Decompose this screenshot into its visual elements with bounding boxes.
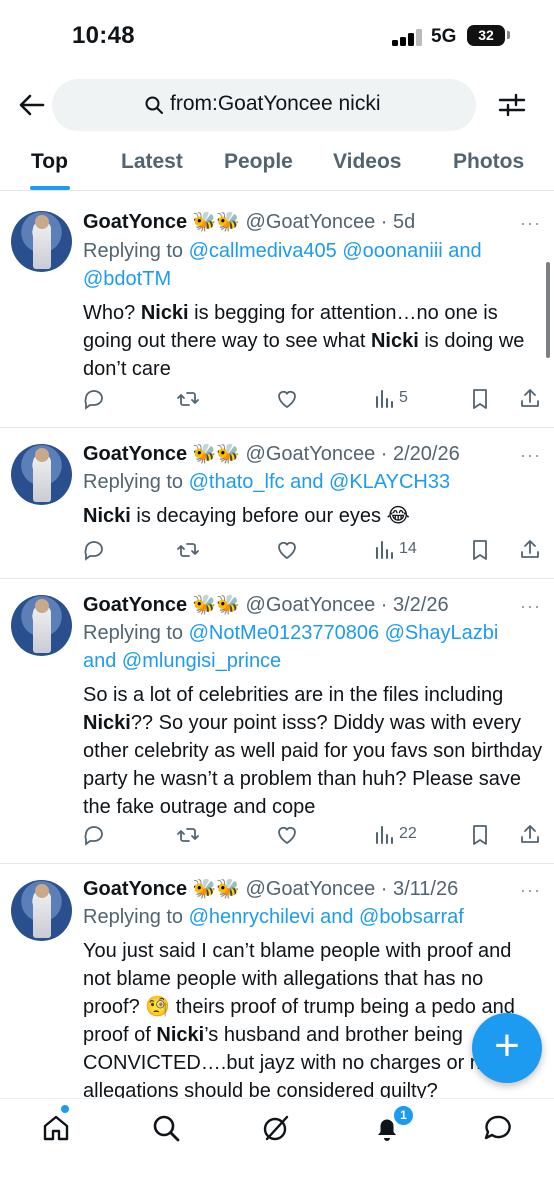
mention-link[interactable]: @callmediva405 @ooonaniii and: [189, 240, 482, 262]
tab-photos[interactable]: Photos: [453, 150, 524, 174]
avatar[interactable]: [11, 880, 72, 941]
more-options-icon[interactable]: ···: [520, 213, 541, 234]
handle-date: @GoatYoncee · 3/2/26: [245, 594, 449, 616]
home-new-dot: [61, 1105, 69, 1113]
tab-videos[interactable]: Videos: [333, 150, 401, 174]
avatar[interactable]: [11, 444, 72, 505]
tweet-actions: 22: [0, 823, 554, 851]
bottom-nav: 1: [0, 1098, 554, 1201]
reply-icon[interactable]: [82, 823, 106, 847]
search-query: from:GoatYoncee nicki: [170, 92, 381, 115]
display-name[interactable]: GoatYonce: [83, 211, 187, 233]
tweet-header: GoatYonce 🐝🐝 @GoatYoncee · 3/2/26: [83, 593, 449, 617]
home-icon[interactable]: [41, 1113, 71, 1143]
share-icon[interactable]: [518, 538, 542, 562]
tweet[interactable]: GoatYonce 🐝🐝 @GoatYoncee · 2/20/26 ··· R…: [0, 428, 554, 579]
replying-to-label: Replying to: [83, 471, 184, 493]
retweet-icon[interactable]: [176, 538, 200, 562]
grok-icon[interactable]: [261, 1113, 291, 1143]
share-icon[interactable]: [518, 823, 542, 847]
tweet[interactable]: GoatYonce 🐝🐝 @GoatYoncee · 3/2/26 ··· Re…: [0, 579, 554, 864]
mention-link[interactable]: and @mlungisi_prince: [83, 650, 281, 672]
views-count: 22: [399, 825, 417, 842]
tweet[interactable]: GoatYonce 🐝🐝 @GoatYoncee · 5d ··· Replyi…: [0, 191, 554, 428]
views-icon[interactable]: [372, 823, 396, 847]
tab-top[interactable]: Top: [31, 150, 68, 174]
views-count: 14: [399, 540, 417, 557]
tweet-text: Nicki is decaying before our eyes 😂: [83, 505, 410, 527]
compose-button[interactable]: +: [472, 1013, 542, 1083]
search-input[interactable]: from:GoatYoncee nicki: [52, 79, 476, 131]
replying-to: Replying to @NotMe0123770806 @ShayLazbi …: [83, 619, 543, 675]
like-icon[interactable]: [275, 387, 299, 411]
display-name[interactable]: GoatYonce: [83, 443, 187, 465]
like-icon[interactable]: [275, 538, 299, 562]
tweet-actions: 5: [0, 387, 554, 415]
more-options-icon[interactable]: ···: [520, 596, 541, 617]
scrollbar[interactable]: [546, 262, 550, 358]
tweet-text: Who? Nicki is begging for attention…no o…: [83, 302, 525, 380]
status-bar: 10:48 5G 32: [0, 0, 554, 72]
tweet-header: GoatYonce 🐝🐝 @GoatYoncee · 5d: [83, 210, 415, 234]
bookmark-icon[interactable]: [468, 823, 492, 847]
replying-to-label: Replying to: [83, 240, 184, 262]
mention-link[interactable]: @henrychilevi and @bobsarraf: [189, 906, 464, 928]
tweet[interactable]: GoatYonce 🐝🐝 @GoatYoncee · 3/11/26 ··· R…: [0, 864, 554, 1102]
battery-tip: [507, 31, 510, 39]
tab-latest[interactable]: Latest: [121, 150, 183, 174]
retweet-icon[interactable]: [176, 387, 200, 411]
tweet-header: GoatYonce 🐝🐝 @GoatYoncee · 3/11/26: [83, 877, 458, 901]
battery-icon: 32: [467, 25, 505, 46]
replying-to-label: Replying to: [83, 622, 184, 644]
avatar[interactable]: [11, 211, 72, 272]
handle-date: @GoatYoncee · 5d: [245, 211, 416, 233]
handle-date: @GoatYoncee · 2/20/26: [245, 443, 460, 465]
search-icon[interactable]: [151, 1113, 181, 1143]
display-name[interactable]: GoatYonce: [83, 594, 187, 616]
mention-link[interactable]: @thato_lfc and @KLAYCH33: [189, 471, 450, 493]
bee-emojis: 🐝🐝: [192, 212, 240, 233]
tweet-header: GoatYonce 🐝🐝 @GoatYoncee · 2/20/26: [83, 442, 460, 466]
replying-to: Replying to @callmediva405 @ooonaniii an…: [83, 237, 543, 293]
notifications-badge: 1: [393, 1105, 414, 1126]
bookmark-icon[interactable]: [468, 387, 492, 411]
bee-emojis: 🐝🐝: [192, 444, 240, 465]
plus-icon: +: [494, 1021, 520, 1070]
like-icon[interactable]: [275, 823, 299, 847]
messages-icon[interactable]: [483, 1113, 513, 1143]
views-icon[interactable]: [372, 387, 396, 411]
back-arrow-icon[interactable]: [16, 89, 48, 121]
display-name[interactable]: GoatYonce: [83, 878, 187, 900]
tweet-text: So is a lot of celebrities are in the fi…: [83, 684, 543, 818]
network-label: 5G: [431, 26, 457, 47]
replying-to: Replying to @thato_lfc and @KLAYCH33: [83, 468, 543, 496]
reply-icon[interactable]: [82, 387, 106, 411]
reply-icon[interactable]: [82, 538, 106, 562]
views-icon[interactable]: [372, 538, 396, 562]
replying-to-label: Replying to: [83, 906, 184, 928]
tab-people[interactable]: People: [224, 150, 293, 174]
retweet-icon[interactable]: [176, 823, 200, 847]
filter-settings-icon[interactable]: [496, 89, 528, 121]
handle-date: @GoatYoncee · 3/11/26: [245, 878, 459, 900]
mention-link[interactable]: @bdotTM: [83, 268, 171, 290]
bookmark-icon[interactable]: [468, 538, 492, 562]
mention-link[interactable]: @NotMe0123770806 @ShayLazbi: [189, 622, 499, 644]
tweet-actions: 14: [0, 538, 554, 566]
status-time: 10:48: [72, 22, 135, 49]
search-icon: [145, 96, 163, 114]
more-options-icon[interactable]: ···: [520, 880, 541, 901]
more-options-icon[interactable]: ···: [520, 445, 541, 466]
signal-icon: [392, 28, 424, 46]
share-icon[interactable]: [518, 387, 542, 411]
active-tab-indicator: [30, 186, 70, 190]
bee-emojis: 🐝🐝: [192, 595, 240, 616]
views-count: 5: [399, 389, 408, 406]
search-tabs: Top Latest People Videos Photos: [0, 140, 554, 191]
replying-to: Replying to @henrychilevi and @bobsarraf: [83, 903, 543, 931]
bee-emojis: 🐝🐝: [192, 879, 240, 900]
avatar[interactable]: [11, 595, 72, 656]
